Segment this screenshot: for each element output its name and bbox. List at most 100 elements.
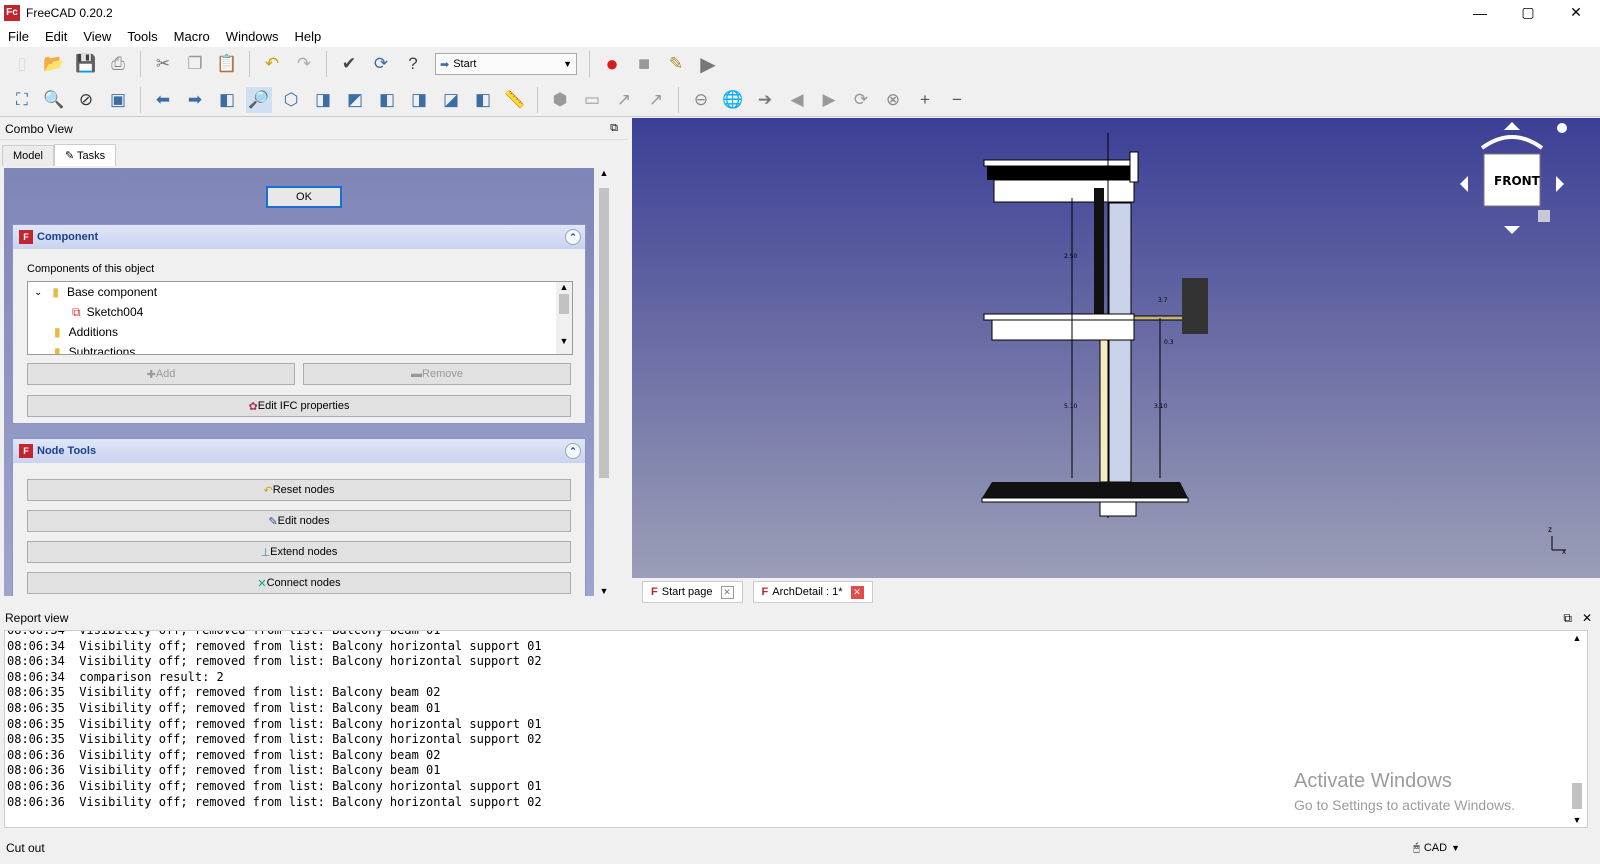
scroll-thumb[interactable]	[1572, 783, 1582, 809]
tab-start-page[interactable]: F Start page ✕	[642, 581, 743, 603]
navigation-cube[interactable]: FRONT	[1460, 122, 1567, 234]
forward-icon[interactable]: ➡	[182, 87, 208, 113]
reset-nodes-button[interactable]: ↶ Reset nodes	[27, 479, 571, 501]
float-icon[interactable]: ⧉	[610, 122, 618, 135]
link-icon[interactable]: ↗	[611, 87, 637, 113]
left-view-icon[interactable]: ◧	[470, 87, 496, 113]
workbench-selector[interactable]: ➡ Start ▼	[435, 53, 577, 75]
scroll-thumb[interactable]	[559, 294, 569, 314]
menu-view[interactable]: View	[75, 29, 119, 44]
fit-all-icon[interactable]: ⛶	[9, 87, 35, 113]
add-button[interactable]: ✚ Add	[27, 363, 295, 385]
zoom-out-icon[interactable]: −	[944, 87, 970, 113]
fit-selection-icon[interactable]: 🔍	[41, 87, 67, 113]
bottom-view-icon[interactable]: ◪	[438, 87, 464, 113]
cut-icon[interactable]: ✂	[150, 51, 176, 77]
print-icon[interactable]: ⎙	[105, 51, 131, 77]
navcube-cube-icon[interactable]	[1538, 210, 1550, 222]
run-macro-icon[interactable]: ▶	[695, 51, 721, 77]
arrow-right-icon[interactable]	[1556, 176, 1564, 192]
front-view-icon[interactable]: ◨	[310, 87, 336, 113]
menu-file[interactable]: File	[0, 29, 37, 44]
menu-tools[interactable]: Tools	[119, 29, 165, 44]
tree-item[interactable]: ▮ Subtractions	[28, 342, 572, 354]
menu-windows[interactable]: Windows	[218, 29, 287, 44]
tab-archdetail[interactable]: F ArchDetail : 1* ✕	[752, 581, 873, 603]
arrow-down-icon[interactable]	[1504, 226, 1520, 234]
arrow-left-icon[interactable]	[1460, 176, 1468, 192]
rotate-arc-icon[interactable]	[1480, 135, 1544, 150]
back-icon[interactable]: ⬅	[150, 87, 176, 113]
close-tab-icon[interactable]: ✕	[720, 585, 734, 599]
float-icon[interactable]: ⧉	[1563, 611, 1572, 626]
group-icon[interactable]: ▭	[579, 87, 605, 113]
save-icon[interactable]: 💾	[73, 51, 99, 77]
whats-this-icon[interactable]: ?	[400, 51, 426, 77]
menu-macro[interactable]: Macro	[166, 29, 218, 44]
open-file-icon[interactable]: 📂	[41, 51, 67, 77]
record-macro-icon[interactable]: ●	[599, 51, 625, 77]
web-go-icon[interactable]: ➔	[752, 87, 778, 113]
scroll-up-icon[interactable]: ▲	[556, 282, 572, 292]
draw-style-icon[interactable]: ⊘	[73, 87, 99, 113]
close-icon[interactable]: ✕	[1582, 611, 1592, 626]
top-view-icon[interactable]: ◩	[342, 87, 368, 113]
edit-nodes-button[interactable]: ✎ Edit nodes	[27, 510, 571, 532]
tab-tasks[interactable]: ✎ Tasks	[53, 144, 117, 166]
web-globe-icon[interactable]: 🌐	[720, 87, 746, 113]
tree-item[interactable]: ⧉ Sketch004	[28, 302, 572, 322]
recompute-icon[interactable]: ⟳	[368, 51, 394, 77]
new-file-icon[interactable]: ▯	[9, 51, 35, 77]
edit-macro-icon[interactable]: ✎	[663, 51, 689, 77]
navcube-menu-icon[interactable]	[1557, 123, 1567, 133]
collapse-icon[interactable]: ⌃	[565, 229, 581, 245]
paste-icon[interactable]: 📋	[214, 51, 240, 77]
remove-button[interactable]: ▬ Remove	[303, 363, 571, 385]
link-actions-icon[interactable]: ↗	[643, 87, 669, 113]
edit-ifc-properties-button[interactable]: ✿ Edit IFC properties	[27, 395, 571, 417]
scroll-down-icon[interactable]: ▼	[556, 336, 572, 346]
tab-model[interactable]: Model	[2, 145, 54, 166]
3d-view[interactable]: 2.50 5.10 3.10 3.7 0.3 FRONT z x	[632, 118, 1600, 578]
maximize-button[interactable]: ▢	[1504, 0, 1552, 25]
minimize-button[interactable]: —	[1456, 0, 1504, 25]
connect-nodes-button[interactable]: ✕ Connect nodes	[27, 572, 571, 594]
scroll-up-icon[interactable]: ▲	[1569, 633, 1585, 643]
report-scrollbar[interactable]: ▲ ▼	[1569, 633, 1585, 825]
part-icon[interactable]: ⬢	[547, 87, 573, 113]
web-refresh-icon[interactable]: ⟳	[848, 87, 874, 113]
collapse-icon[interactable]: ⌃	[565, 443, 581, 459]
copy-icon[interactable]: ❐	[182, 51, 208, 77]
arrow-up-icon[interactable]	[1504, 122, 1520, 130]
close-button[interactable]: ✕	[1552, 0, 1600, 25]
close-tab-icon[interactable]: ✕	[850, 585, 864, 599]
rear-view-icon[interactable]: ◨	[406, 87, 432, 113]
web-navigation-icon[interactable]: ⊖	[688, 87, 714, 113]
menu-help[interactable]: Help	[287, 29, 330, 44]
tree-item[interactable]: ▮ Additions	[28, 322, 572, 342]
std-views-icon[interactable]: 🔎	[246, 86, 272, 113]
navigation-style-selector[interactable]: 🖱 CAD ▼	[1413, 842, 1460, 855]
tree-scrollbar[interactable]: ▲ ▼	[556, 282, 572, 354]
scroll-down-icon[interactable]: ▼	[1569, 815, 1585, 825]
web-forward-icon[interactable]: ▶	[816, 87, 842, 113]
stop-macro-icon[interactable]: ■	[631, 51, 657, 77]
scroll-down-icon[interactable]: ▼	[596, 586, 612, 596]
measure-icon[interactable]: 📏	[502, 87, 528, 113]
sync-view-icon[interactable]: ◧	[214, 87, 240, 113]
menu-edit[interactable]: Edit	[37, 29, 75, 44]
tree-item[interactable]: ⌄ ▮ Base component	[28, 282, 572, 302]
extend-nodes-button[interactable]: ⊥ Extend nodes	[27, 541, 571, 563]
scroll-thumb[interactable]	[599, 188, 609, 478]
bounding-box-icon[interactable]: ▣	[105, 87, 131, 113]
right-view-icon[interactable]: ◧	[374, 87, 400, 113]
refresh-check-icon[interactable]: ✔	[336, 51, 362, 77]
web-back-icon[interactable]: ◀	[784, 87, 810, 113]
ok-button[interactable]: OK	[266, 186, 342, 208]
isometric-icon[interactable]: ⬡	[278, 87, 304, 113]
web-stop-icon[interactable]: ⊗	[880, 87, 906, 113]
chevron-down-icon[interactable]: ⌄	[34, 287, 42, 298]
task-panel-scrollbar[interactable]: ▲ ▼	[596, 168, 612, 596]
scroll-up-icon[interactable]: ▲	[596, 168, 612, 178]
undo-icon[interactable]: ↶	[259, 51, 285, 77]
